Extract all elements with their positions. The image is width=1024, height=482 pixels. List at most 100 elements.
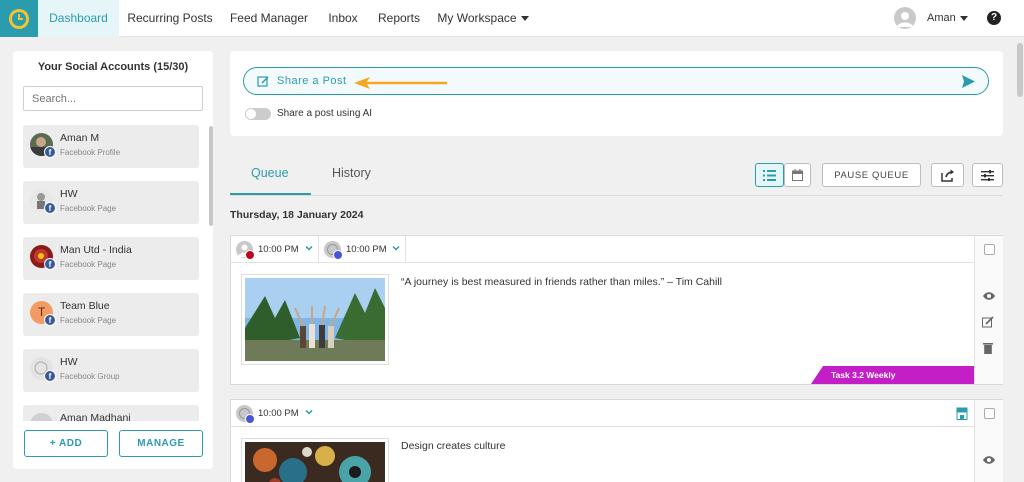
account-type: Facebook Page: [60, 260, 117, 269]
logo[interactable]: [0, 0, 38, 37]
schedule-time: 10:00 PM: [258, 244, 299, 255]
account-item[interactable]: f HW Facebook Page: [23, 181, 199, 224]
pinterest-icon: [245, 250, 255, 260]
share-card: Share a Post Share a post using AI: [230, 51, 1003, 136]
nav-recurring-posts[interactable]: Recurring Posts: [125, 0, 215, 37]
schedule-time: 10:00 PM: [346, 244, 387, 255]
clock-logo-icon: [9, 8, 29, 29]
account-item[interactable]: f Man Utd - India Facebook Page: [23, 237, 199, 280]
share-post-box[interactable]: Share a Post: [243, 67, 989, 95]
facebook-icon: f: [44, 202, 56, 214]
schedule-time: 10:00 PM: [258, 408, 299, 419]
post-schedule-header: 10:00 PM: [231, 400, 974, 427]
account-item[interactable]: f HW Facebook Group: [23, 349, 199, 392]
export-button[interactable]: [931, 163, 964, 187]
post-actions: [974, 236, 1003, 384]
pause-queue-button[interactable]: PAUSE QUEUE: [822, 163, 921, 187]
schedule-slot[interactable]: 10:00 PM: [231, 236, 319, 263]
user-menu[interactable]: Aman: [927, 0, 968, 37]
toggle-knob: [246, 109, 256, 119]
tabs-divider: [230, 195, 1003, 196]
arrow-left-icon: [354, 77, 447, 89]
chevron-down-icon: [520, 16, 529, 22]
accounts-scrollbar[interactable]: [209, 126, 213, 226]
edit-icon[interactable]: [982, 316, 995, 328]
account-type: Facebook Profile: [60, 148, 121, 157]
task-tag[interactable]: Task 3.2 Weekly: [811, 366, 974, 384]
eye-icon[interactable]: [982, 455, 996, 465]
google-business-icon: [333, 250, 343, 260]
chevron-down-icon: [959, 15, 968, 21]
facebook-icon: f: [44, 146, 56, 158]
friends-mountain-photo-icon: [245, 278, 385, 361]
account-name: Aman Madhani: [60, 412, 131, 421]
chevron-down-icon: [305, 409, 313, 415]
account-name: Aman M: [60, 132, 100, 144]
page-scrollbar[interactable]: [1016, 37, 1024, 482]
share-post-label: Share a Post: [277, 75, 347, 87]
account-name: HW: [60, 356, 78, 368]
account-item[interactable]: f Aman M Facebook Profile: [23, 125, 199, 168]
accounts-search-input[interactable]: [23, 86, 203, 111]
trash-icon[interactable]: [982, 342, 994, 354]
social-accounts-panel: Your Social Accounts (15/30) f Aman M Fa…: [13, 51, 213, 469]
account-name: Team Blue: [60, 300, 110, 312]
google-business-icon: [245, 414, 255, 424]
send-icon: [962, 75, 975, 88]
queued-post: 10:00 PM Design creates culture: [230, 399, 1003, 482]
accounts-list: f Aman M Facebook Profile f HW Facebook …: [13, 121, 213, 421]
select-post-checkbox[interactable]: [984, 244, 995, 255]
avatar: [30, 413, 53, 421]
ai-toggle[interactable]: [245, 108, 271, 120]
nav-dashboard[interactable]: Dashboard: [38, 0, 119, 37]
share-export-icon: [940, 169, 954, 182]
account-item[interactable]: Aman Madhani: [23, 405, 199, 421]
nav-inbox[interactable]: Inbox: [322, 0, 364, 37]
ai-toggle-label: Share a post using AI: [277, 108, 373, 119]
account-name: Man Utd - India: [60, 244, 132, 256]
schedule-slot[interactable]: 10:00 PM: [319, 236, 406, 263]
facebook-icon: f: [44, 258, 56, 270]
nav-my-workspace[interactable]: My Workspace: [436, 0, 530, 37]
filter-settings-button[interactable]: [972, 163, 1003, 187]
facebook-icon: f: [44, 370, 56, 382]
nav-my-workspace-label: My Workspace: [437, 11, 517, 25]
chevron-down-icon: [305, 245, 313, 251]
nav-feed-manager[interactable]: Feed Manager: [226, 0, 312, 37]
tab-queue[interactable]: Queue: [251, 166, 289, 180]
post-text: Design creates culture: [401, 440, 506, 452]
top-nav: Dashboard Recurring Posts Feed Manager I…: [0, 0, 1024, 37]
account-type: Facebook Group: [60, 372, 120, 381]
queued-post: 10:00 PM 10:00 PM “A journey is best mea…: [230, 235, 1003, 385]
post-text: “A journey is best measured in friends r…: [401, 276, 722, 288]
schedule-slot[interactable]: 10:00 PM: [231, 400, 319, 427]
calendar-icon: [792, 169, 803, 181]
account-type: Facebook Page: [60, 316, 117, 325]
eye-icon[interactable]: [982, 291, 996, 301]
post-image[interactable]: [241, 274, 389, 365]
account-name: HW: [60, 188, 78, 200]
account-type: Facebook Page: [60, 204, 117, 213]
post-image[interactable]: [241, 438, 389, 482]
mosaic-art-photo-icon: [245, 442, 385, 482]
scrollbar-thumb[interactable]: [1017, 43, 1023, 97]
sliders-icon: [981, 169, 994, 181]
edit-icon: [257, 76, 269, 87]
chevron-down-icon: [392, 245, 400, 251]
nav-reports[interactable]: Reports: [374, 0, 424, 37]
queue-date-heading: Thursday, 18 January 2024: [230, 209, 364, 221]
add-account-button[interactable]: + ADD: [24, 430, 108, 457]
post-schedule-header: 10:00 PM 10:00 PM: [231, 236, 974, 263]
manage-accounts-button[interactable]: MANAGE: [119, 430, 203, 457]
post-actions: [974, 400, 1003, 482]
calendar-view-button[interactable]: [784, 163, 811, 187]
account-item[interactable]: T f Team Blue Facebook Page: [23, 293, 199, 336]
list-view-button[interactable]: [755, 163, 784, 187]
help-icon[interactable]: ?: [987, 11, 1001, 25]
select-post-checkbox[interactable]: [984, 408, 995, 419]
list-icon: [763, 169, 776, 181]
user-avatar[interactable]: [894, 7, 916, 29]
tab-history[interactable]: History: [332, 166, 371, 180]
google-business-store-icon: [956, 407, 968, 420]
accounts-panel-title: Your Social Accounts (15/30): [37, 61, 189, 73]
